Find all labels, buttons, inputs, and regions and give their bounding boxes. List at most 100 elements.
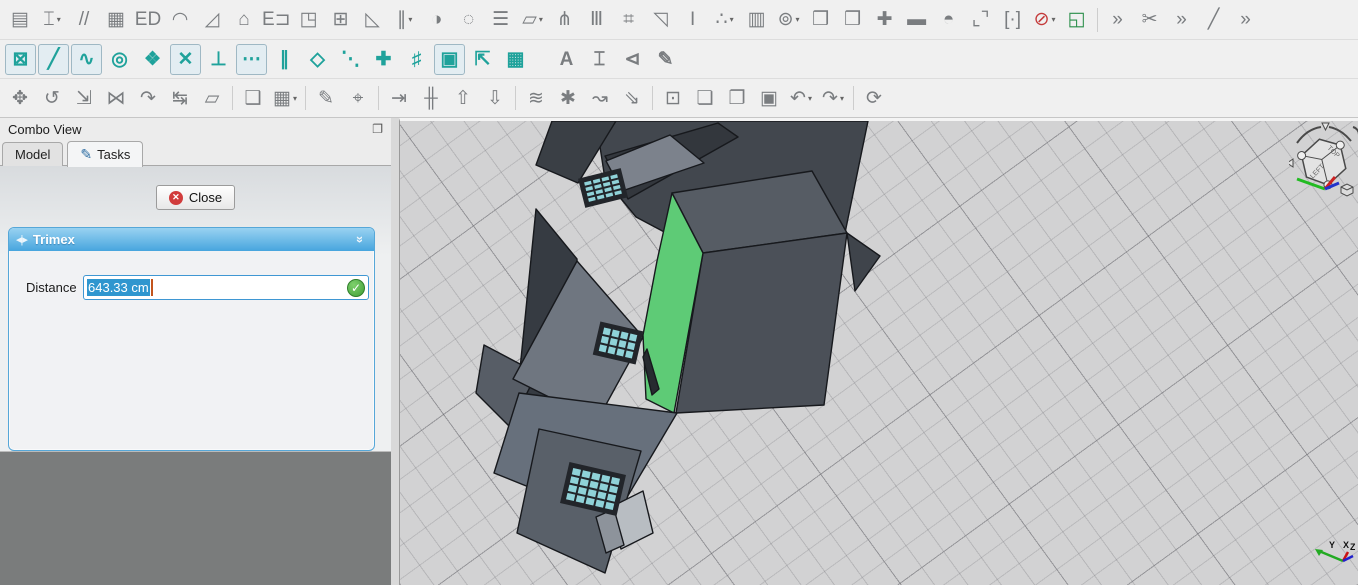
arch-profile-icon[interactable]: I bbox=[678, 5, 708, 35]
mirror-icon[interactable]: ⋈ bbox=[101, 83, 131, 113]
snap-special-icon[interactable]: ◇ bbox=[302, 44, 333, 75]
snap-parallel-icon[interactable]: ∥ bbox=[269, 44, 300, 75]
arch-section-plane-icon[interactable]: ◑ bbox=[422, 5, 452, 35]
trimex-header[interactable]: ◂|▸ Trimex « bbox=[9, 228, 374, 251]
arch-panel-icon[interactable]: ◺ bbox=[358, 5, 388, 35]
save-icon[interactable]: ▣ bbox=[754, 83, 784, 113]
snap-intersection-icon[interactable]: ✕ bbox=[170, 44, 201, 75]
float-panel-icon[interactable]: ❐ bbox=[372, 122, 383, 136]
snap-angle-icon[interactable]: ❖ bbox=[137, 44, 168, 75]
arch-building-icon[interactable]: ⌂ bbox=[229, 5, 259, 35]
move-icon[interactable]: ✥ bbox=[5, 83, 35, 113]
arch-pipe-tube-icon[interactable]: ⊚ bbox=[774, 5, 804, 35]
arch-pipe-icon[interactable]: ∥ bbox=[390, 5, 420, 35]
slope-icon[interactable]: ⇘ bbox=[617, 83, 647, 113]
arch-remove-component-icon[interactable]: ▬ bbox=[902, 5, 932, 35]
snap-ortho-icon[interactable]: ✚ bbox=[368, 44, 399, 75]
draft-line-icon[interactable]: ╱ bbox=[1199, 5, 1229, 35]
arch-component-icon[interactable]: ◳ bbox=[294, 5, 324, 35]
toggle-grid-icon[interactable]: ▦ bbox=[500, 44, 531, 75]
arch-survey-icon[interactable]: ◓ bbox=[934, 5, 964, 35]
arch-truss-icon[interactable]: ◹ bbox=[646, 5, 676, 35]
redo-icon[interactable]: ↷ bbox=[818, 83, 848, 113]
svg-text:Z: Z bbox=[1350, 542, 1355, 552]
toggle-3d-view-icon[interactable]: ◱ bbox=[1062, 5, 1092, 35]
model-face[interactable] bbox=[847, 233, 880, 291]
scale-icon[interactable]: ⇲ bbox=[69, 83, 99, 113]
arch-add-component-icon[interactable]: ✚ bbox=[870, 5, 900, 35]
arch-rebar-icon[interactable]: // bbox=[69, 5, 99, 35]
undo-icon[interactable]: ↶ bbox=[786, 83, 816, 113]
toolbar-overflow-1-icon[interactable]: » bbox=[1103, 5, 1133, 35]
arch-curtain-wall-icon[interactable]: ▦ bbox=[101, 5, 131, 35]
select-group-icon[interactable]: ⌞⌝ bbox=[966, 5, 996, 35]
shape-2d-view-icon[interactable]: ✱ bbox=[553, 83, 583, 113]
cut-icon[interactable]: ✂ bbox=[1135, 5, 1165, 35]
draft-to-sketch-icon[interactable]: ↝ bbox=[585, 83, 615, 113]
arch-schedule-icon[interactable]: ▥ bbox=[742, 5, 772, 35]
model-window[interactable] bbox=[578, 168, 628, 208]
downgrade-icon[interactable]: ⇩ bbox=[480, 83, 510, 113]
3d-viewport[interactable]: TOP LEFT Y X Z bbox=[399, 118, 1358, 585]
draft-label-icon[interactable]: ⊲ bbox=[617, 44, 648, 75]
close-button[interactable]: ✕ Close bbox=[156, 185, 235, 210]
arch-cut-line-object-icon[interactable]: ❒ bbox=[838, 5, 868, 35]
arch-fence-icon[interactable]: ⌗ bbox=[614, 5, 644, 35]
arch-structure-icon[interactable]: ⌶ bbox=[37, 5, 67, 35]
clone-icon[interactable]: ❑ bbox=[238, 83, 268, 113]
snap-center-icon[interactable]: ◎ bbox=[104, 44, 135, 75]
arch-dome-icon[interactable]: ◠ bbox=[165, 5, 195, 35]
arch-panel-sheet-icon[interactable]: ▱ bbox=[518, 5, 548, 35]
nav-dial-arc bbox=[1353, 127, 1358, 135]
snap-working-plane-icon[interactable]: ▣ bbox=[434, 44, 465, 75]
collapse-icon[interactable]: « bbox=[351, 232, 367, 248]
split-icon[interactable]: ╫ bbox=[416, 83, 446, 113]
arch-equipment-icon[interactable]: ⋔ bbox=[550, 5, 580, 35]
panel-splitter[interactable] bbox=[391, 118, 399, 585]
trimex-toolbar-icon[interactable]: ↹ bbox=[165, 83, 195, 113]
open-file-icon[interactable]: ❐ bbox=[722, 83, 752, 113]
arch-reference-icon[interactable]: ◌ bbox=[454, 5, 484, 35]
combo-view-titlebar: Combo View ❐ bbox=[0, 118, 391, 140]
stretch-icon[interactable]: ▱ bbox=[197, 83, 227, 113]
arch-floor-icon[interactable]: E⊐ bbox=[261, 5, 292, 35]
toolbar-overflow-3-icon[interactable]: » bbox=[1231, 5, 1261, 35]
arch-cut-plane-object-icon[interactable]: ❒ bbox=[806, 5, 836, 35]
snap-midpoint-icon[interactable]: ∿ bbox=[71, 44, 102, 75]
wire-to-bspline-icon[interactable]: ≋ bbox=[521, 83, 551, 113]
navigation-cube[interactable]: TOP LEFT bbox=[1289, 121, 1358, 211]
draft-annotation-styles-icon[interactable]: ✎ bbox=[650, 44, 681, 75]
refresh-icon[interactable]: ⟳ bbox=[859, 83, 889, 113]
arch-material-icon[interactable]: ∴ bbox=[710, 5, 740, 35]
arch-wall-icon[interactable]: ▤ bbox=[5, 5, 35, 35]
distance-input[interactable]: 643.33 cm ✓ bbox=[83, 275, 369, 300]
snap-extension-icon[interactable]: ⋯ bbox=[236, 44, 267, 75]
snap-endpoint-icon[interactable]: ╱ bbox=[38, 44, 69, 75]
snap-lock-icon[interactable]: ⊠ bbox=[5, 44, 36, 75]
snap-dimensions-icon[interactable]: ⇱ bbox=[467, 44, 498, 75]
tab-model[interactable]: Model bbox=[2, 142, 63, 166]
select-subelements-icon[interactable]: [·] bbox=[998, 5, 1028, 35]
array-icon[interactable]: ▦ bbox=[270, 83, 300, 113]
tab-tasks[interactable]: ✎ Tasks bbox=[67, 141, 143, 167]
draft-edit-icon[interactable]: ✎ bbox=[311, 83, 341, 113]
arch-window-icon[interactable]: ⊞ bbox=[326, 5, 356, 35]
snap-perpendicular-icon[interactable]: ⊥ bbox=[203, 44, 234, 75]
arch-stairs-icon[interactable]: ☰ bbox=[486, 5, 516, 35]
join-icon[interactable]: ⇥ bbox=[384, 83, 414, 113]
toggle-cut-plane-icon[interactable]: ⊘ bbox=[1030, 5, 1060, 35]
arch-roof-icon[interactable]: ◿ bbox=[197, 5, 227, 35]
arch-frame-icon[interactable]: Ⅲ bbox=[582, 5, 612, 35]
offset-icon[interactable]: ↷ bbox=[133, 83, 163, 113]
snap-near-icon[interactable]: ⋱ bbox=[335, 44, 366, 75]
rotate-icon[interactable]: ↺ bbox=[37, 83, 67, 113]
working-plane-proxy-icon[interactable]: ⊡ bbox=[658, 83, 688, 113]
snap-grid-icon[interactable]: ♯ bbox=[401, 44, 432, 75]
toolbar-overflow-2-icon[interactable]: » bbox=[1167, 5, 1197, 35]
new-file-icon[interactable]: ❏ bbox=[690, 83, 720, 113]
subelement-highlight-icon[interactable]: ⌖ bbox=[343, 83, 373, 113]
draft-dimension-icon[interactable]: ⌶ bbox=[584, 44, 615, 75]
draft-text-icon[interactable]: A bbox=[551, 44, 582, 75]
arch-building-part-icon[interactable]: ED bbox=[133, 5, 163, 35]
upgrade-icon[interactable]: ⇧ bbox=[448, 83, 478, 113]
